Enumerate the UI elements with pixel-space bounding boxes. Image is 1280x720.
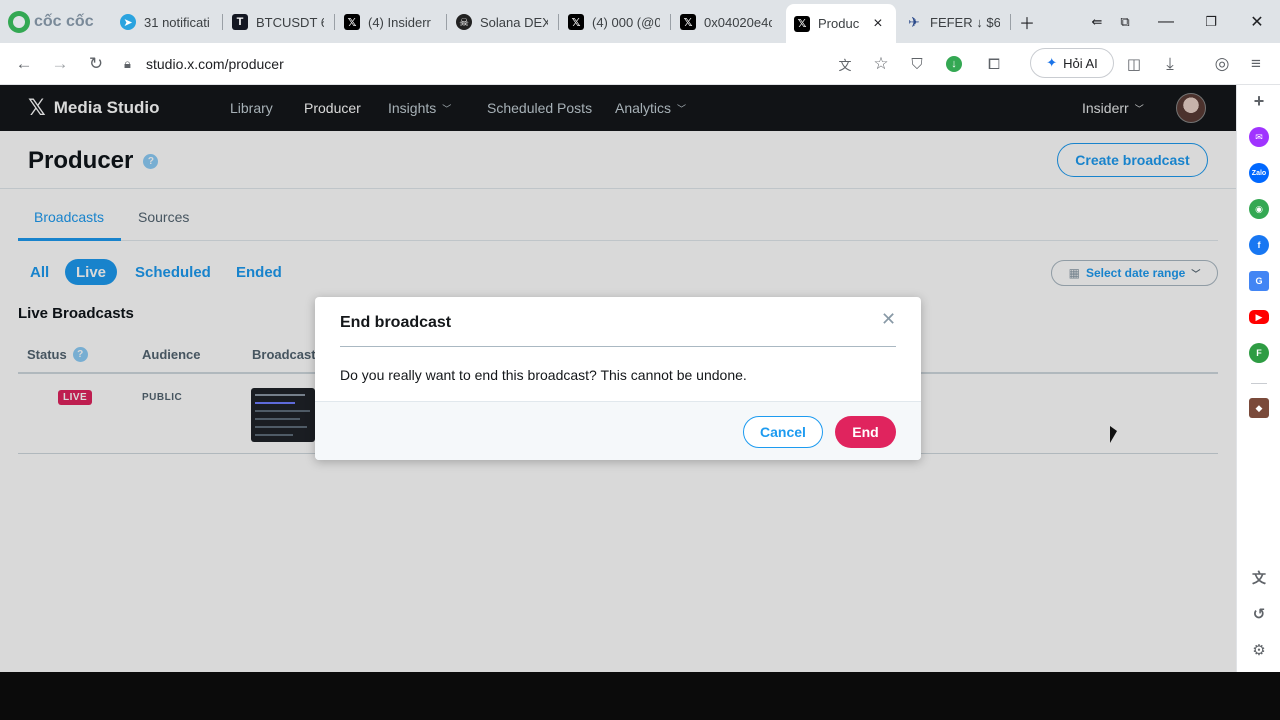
sparkle-icon: ✦ [1046,55,1058,70]
youtube-icon[interactable]: ▶ [1249,310,1269,324]
browser-tab-title: BTCUSDT 64 [256,14,324,30]
close-icon[interactable]: ✕ [881,309,896,330]
back-icon[interactable]: ← [11,51,37,77]
dialog-divider [340,346,896,347]
browser-tab-title: 31 notificati [144,14,210,30]
browser-tab-x-000[interactable]: 𝕏 (4) 000 (@0 [560,6,668,38]
browser-tab-title: FEFER ↓ $6.5 [930,14,1000,30]
x-icon: 𝕏 [344,14,360,30]
tab-search-icon[interactable]: ⇚ [1083,8,1111,36]
x-icon: 𝕏 [680,14,696,30]
downloads-icon[interactable]: ⤓ [1157,51,1183,77]
mouse-cursor-icon [1110,426,1117,443]
translate-icon[interactable]: 文 [832,51,858,77]
browser-tab-solana[interactable]: ☠ Solana DEX [448,6,556,38]
profile-icon[interactable]: ◎ [1209,51,1235,77]
browser-tab-fefer[interactable]: ✈ FEFER ↓ $6.5 [898,6,1008,38]
bird-icon: ✈ [908,13,920,30]
browser-tab-title: Produc [818,16,860,31]
url-text: studio.x.com/producer [146,56,284,72]
browser-tab-x-0x04[interactable]: 𝕏 0x04020e4c [672,6,780,38]
extensions-icon[interactable]: ⧠ [981,51,1007,77]
hoi-ai-label: Hỏi AI [1063,55,1098,71]
browser-tab-producer[interactable]: 𝕏 Produc × [786,4,896,43]
bookmark-star-icon[interactable]: ☆ [868,51,894,77]
x-icon: 𝕏 [568,14,584,30]
game-controller-icon[interactable]: ◉ [1249,199,1269,219]
cancel-button[interactable]: Cancel [743,416,823,448]
telegram-icon: ➤ [120,14,136,30]
download-status-icon[interactable]: ↓ [941,51,967,77]
end-broadcast-button[interactable]: End [835,416,896,448]
browser-tab-title: (4) 000 (@0 [592,14,660,30]
translate-panel-icon[interactable]: 文 [1249,568,1269,588]
feedly-icon[interactable]: F [1249,343,1269,363]
shield-icon[interactable]: ⛉ [904,51,930,77]
close-tab-icon[interactable]: × [873,15,882,33]
messenger-icon[interactable]: ✉ [1249,127,1269,147]
browser-tab-title: Solana DEX [480,14,548,30]
close-window-icon[interactable]: ✕ [1243,8,1271,36]
browser-tab-title: 0x04020e4c [704,14,772,30]
end-broadcast-dialog: End broadcast ✕ Do you really want to en… [315,297,921,460]
history-icon[interactable]: ↺ [1249,604,1269,624]
forward-icon[interactable]: → [47,51,73,77]
hoi-ai-button[interactable]: ✦ Hỏi AI [1030,48,1114,78]
screen-bottom-bar [0,672,1280,720]
menu-icon[interactable]: ≡ [1243,51,1269,77]
restore-icon[interactable]: ❐ [1197,8,1225,36]
split-view-icon[interactable]: ◫ [1121,51,1147,77]
dialog-title: End broadcast [340,314,452,331]
new-tab-icon[interactable]: ＋ [1013,8,1041,36]
browser-brand[interactable]: cốc cốc [8,8,94,36]
browser-brand-label: cốc cốc [34,13,94,30]
browser-tab-bar: cốc cốc ➤ 31 notificati T BTCUSDT 64 𝕏 (… [0,0,1280,43]
skull-icon: ☠ [456,14,472,30]
media-studio-page: 𝕏 Media Studio Library Producer Insights… [0,85,1236,672]
lock-icon[interactable]: 🔒︎ [124,56,146,72]
browser-tab-tradingview[interactable]: T BTCUSDT 64 [224,6,332,38]
reload-icon[interactable]: ↻ [83,51,109,77]
game-app-icon[interactable]: ◆ [1249,398,1269,418]
zalo-icon[interactable]: Zalo [1249,163,1269,183]
coccoc-logo-icon [8,11,30,33]
add-panel-icon[interactable]: + [1249,91,1269,111]
minimize-icon[interactable]: — [1152,8,1180,36]
facebook-icon[interactable]: f [1249,235,1269,255]
screenshot-icon[interactable]: ⧉ [1111,8,1139,36]
browser-side-panel: + ✉ Zalo ◉ f G ▶ F ◆ 文 ↺ ⚙ [1236,85,1280,672]
browser-tab-insiderr[interactable]: 𝕏 (4) Insiderr [336,6,444,38]
dialog-message: Do you really want to end this broadcast… [340,367,747,383]
browser-tab-telegram[interactable]: ➤ 31 notificati [112,6,220,38]
x-icon: 𝕏 [794,15,810,32]
google-translate-icon[interactable]: G [1249,271,1269,291]
dialog-footer: Cancel End [315,401,921,460]
browser-tab-title: (4) Insiderr [368,14,431,30]
settings-gear-icon[interactable]: ⚙ [1249,640,1269,660]
tradingview-icon: T [232,14,248,30]
